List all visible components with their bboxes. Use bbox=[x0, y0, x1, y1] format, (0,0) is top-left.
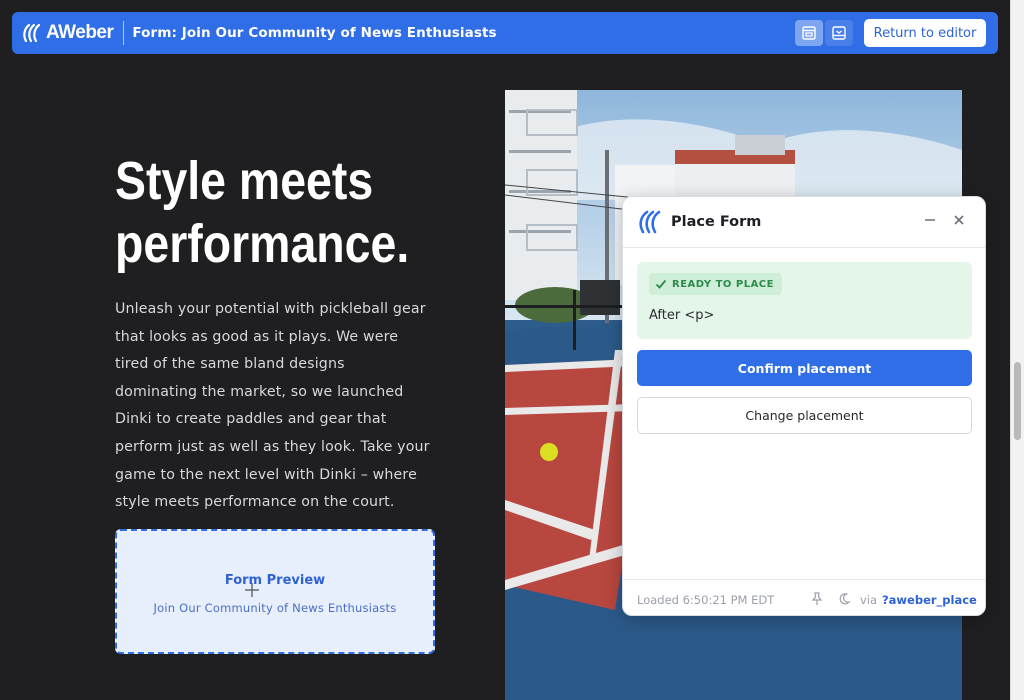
aweber-logo-icon bbox=[23, 23, 41, 43]
mobile-view-icon bbox=[832, 26, 846, 40]
place-form-panel: Place Form READY TO PLACE After <p> Conf… bbox=[622, 196, 986, 616]
loaded-timestamp: Loaded 6:50:21 PM EDT bbox=[637, 593, 775, 607]
hero-paragraph-line: perform just as well as they look. Take … bbox=[115, 438, 430, 455]
minimize-icon bbox=[925, 219, 935, 221]
hero-paragraph-line: tired of the same bland designs bbox=[115, 356, 345, 373]
toolbar-divider bbox=[123, 21, 125, 45]
footer-param-link[interactable]: ?aweber_place bbox=[882, 593, 977, 607]
scrollbar-thumb[interactable] bbox=[1014, 362, 1021, 440]
return-to-editor-button[interactable]: Return to editor bbox=[864, 19, 986, 47]
hero-paragraph-line: game to the next level with Dinki – wher… bbox=[115, 466, 417, 483]
hero-paragraph-line: style meets performance on the court. bbox=[115, 494, 395, 511]
form-preview-dropzone[interactable]: Form Preview Join Our Community of News … bbox=[115, 529, 435, 654]
pin-icon[interactable] bbox=[810, 592, 824, 606]
minimize-button[interactable] bbox=[921, 211, 939, 229]
moon-icon[interactable] bbox=[837, 592, 851, 606]
hero-heading-line: Style meets bbox=[115, 151, 374, 211]
aweber-logo-icon bbox=[639, 210, 661, 234]
view-toggle bbox=[795, 20, 855, 46]
form-preview-subtitle: Join Our Community of News Enthusiasts bbox=[153, 601, 397, 615]
hero-heading-line: performance. bbox=[115, 214, 410, 274]
close-button[interactable] bbox=[950, 211, 968, 229]
placement-status-card: READY TO PLACE After <p> bbox=[637, 262, 972, 339]
preview-toolbar: AWeber Form: Join Our Community of News … bbox=[12, 12, 998, 54]
aweber-logo: AWeber bbox=[22, 22, 114, 44]
hero-paragraph-line: that looks as good as it plays. We were bbox=[115, 328, 399, 345]
panel-title: Place Form bbox=[671, 214, 762, 230]
form-preview-title: Form Preview bbox=[224, 573, 326, 588]
footer-via-label: via bbox=[860, 593, 878, 607]
status-badge-label: READY TO PLACE bbox=[672, 278, 774, 290]
mobile-view-button[interactable] bbox=[825, 20, 853, 46]
crosshair-cursor-icon bbox=[245, 583, 259, 597]
hero-paragraph-line: dominating the market, so we launched bbox=[115, 383, 404, 400]
hero-paragraph-line: Dinki to create paddles and gear that bbox=[115, 411, 387, 428]
logo-wordmark: AWeber bbox=[46, 22, 114, 43]
change-placement-button[interactable]: Change placement bbox=[637, 397, 972, 434]
panel-header: Place Form bbox=[623, 197, 985, 248]
panel-footer: Loaded 6:50:21 PM EDT via ?aweber_place bbox=[623, 579, 985, 615]
hero-paragraph-line: Unleash your potential with pickleball g… bbox=[115, 301, 426, 317]
desktop-view-button[interactable] bbox=[795, 20, 823, 46]
scrollbar-track[interactable] bbox=[1010, 0, 1024, 700]
check-icon bbox=[655, 279, 667, 289]
confirm-placement-button[interactable]: Confirm placement bbox=[637, 350, 972, 386]
hero-heading: Style meets performance. bbox=[115, 150, 425, 276]
hero-paragraph: Unleash your potential with pickleball g… bbox=[115, 296, 445, 517]
placement-target: After <p> bbox=[649, 308, 715, 323]
desktop-view-icon bbox=[802, 26, 816, 40]
close-icon bbox=[954, 215, 964, 225]
status-badge: READY TO PLACE bbox=[649, 273, 782, 295]
form-title: Form: Join Our Community of News Enthusi… bbox=[132, 25, 497, 41]
